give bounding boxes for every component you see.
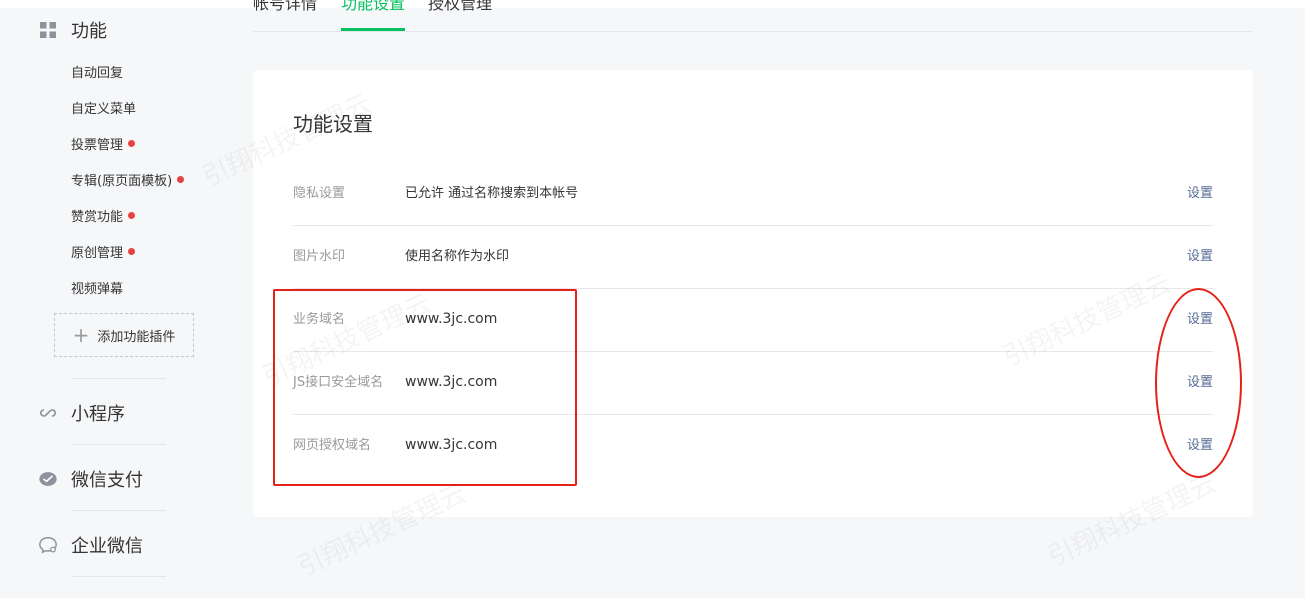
annotation-rectangle [273,289,577,486]
tab-account-details[interactable]: 帐号详情 [253,0,317,14]
sidebar-item-reward[interactable]: 赞赏功能 [71,206,136,225]
sidebar-group-wechat-pay[interactable]: 微信支付 [38,466,143,492]
sidebar-item-custom-menu[interactable]: 自定义菜单 [71,98,136,117]
sidebar-group-work-wechat[interactable]: 企业微信 [38,532,143,558]
plus-icon: + [72,323,90,347]
settings-link[interactable]: 设置 [1187,225,1213,288]
sidebar-group-function-label: 功能 [71,21,107,42]
sidebar-group-wechat-pay-label: 微信支付 [71,470,143,491]
sidebar-group-mini-program[interactable]: 小程序 [38,400,125,426]
sidebar-divider [71,378,166,379]
sidebar-divider [71,510,166,511]
new-badge-dot [128,140,136,147]
sidebar-item-label: 投票管理 [71,138,124,153]
row-value: 已允许 通过名称搜索到本帐号 [405,186,579,201]
add-plugin-label: 添加功能插件 [97,329,176,345]
card-title: 功能设置 [293,112,373,136]
sidebar-item-vote-management[interactable]: 投票管理 [71,134,136,153]
sidebar-divider [71,576,166,577]
sidebar-item-label: 赞赏功能 [71,210,124,225]
wechat-pay-icon [38,469,58,489]
sidebar-divider [71,444,166,445]
sidebar-group-function[interactable]: 功能 [38,17,107,43]
row-value: 使用名称作为水印 [405,249,510,264]
settings-row-watermark: 图片水印 使用名称作为水印 设置 [293,225,1213,289]
active-tab-indicator [341,28,405,31]
row-label: 图片水印 [293,249,346,264]
annotation-oval [1155,288,1242,478]
tab-function-settings[interactable]: 功能设置 [341,0,405,14]
link-icon [38,403,58,423]
sidebar-item-label: 原创管理 [71,246,124,261]
sidebar-group-mini-program-label: 小程序 [71,404,125,425]
sidebar-group-work-wechat-label: 企业微信 [71,536,143,557]
settings-link[interactable]: 设置 [1187,162,1213,225]
new-badge-dot [177,176,185,183]
sidebar-item-album[interactable]: 专辑(原页面模板) [71,170,185,189]
new-badge-dot [128,248,136,255]
row-label: 隐私设置 [293,186,346,201]
sidebar: 功能 自动回复 自定义菜单 投票管理 专辑(原页面模板) 赞赏功能 原创管理 视… [0,0,240,598]
sidebar-item-label: 自动回复 [71,66,124,81]
new-badge-dot [128,212,136,219]
chat-bubble-icon [38,535,58,555]
sidebar-item-label: 视频弹幕 [71,282,124,297]
grid-icon [38,20,58,40]
tab-authorization[interactable]: 授权管理 [428,0,492,14]
add-plugin-button[interactable]: + 添加功能插件 [54,313,194,357]
sidebar-item-auto-reply[interactable]: 自动回复 [71,62,123,81]
sidebar-item-label: 专辑(原页面模板) [71,174,173,189]
sidebar-item-video-danmaku[interactable]: 视频弹幕 [71,278,123,297]
sidebar-item-original[interactable]: 原创管理 [71,242,136,261]
settings-row-privacy: 隐私设置 已允许 通过名称搜索到本帐号 设置 [293,162,1213,226]
sidebar-item-label: 自定义菜单 [71,102,137,117]
